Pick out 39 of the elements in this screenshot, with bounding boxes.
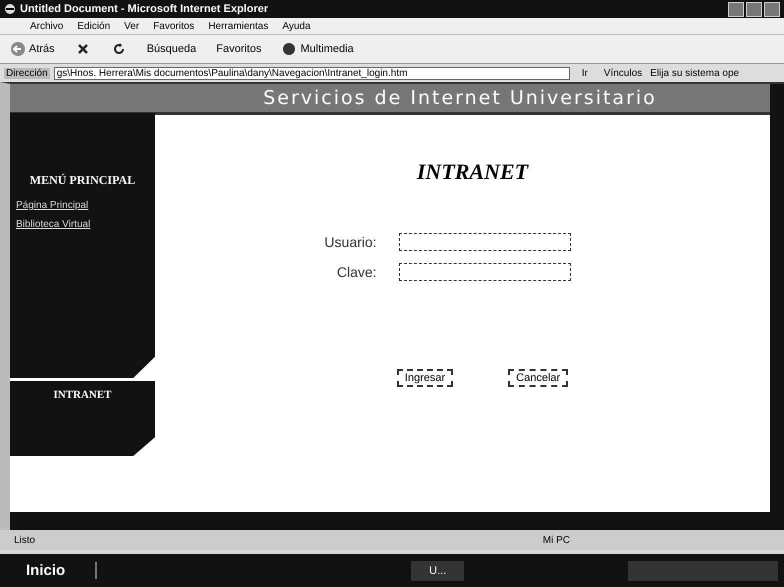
vertical-scrollbar[interactable] [770, 84, 784, 512]
page-title: INTRANET [416, 159, 528, 185]
form-button[interactable]: Ingresar [396, 369, 454, 387]
media-button[interactable]: Multimedia [281, 41, 354, 57]
browser-icon [4, 3, 16, 15]
banner: Servicios de Internet Universitario [10, 84, 770, 115]
close-button[interactable] [764, 2, 780, 16]
menu-item[interactable]: Edición [77, 20, 110, 32]
horizontal-scrollbar[interactable] [0, 512, 784, 530]
input-field[interactable] [398, 233, 571, 251]
address-label: Dirección [4, 68, 50, 78]
menu-item[interactable]: Ver [124, 20, 140, 32]
media-icon [281, 41, 298, 57]
menu-item[interactable]: Ayuda [282, 20, 311, 32]
taskbar-item[interactable]: U... [411, 560, 464, 580]
links-label: Vínculos [602, 68, 644, 78]
menu-heading: MENÚ PRINCIPAL [28, 173, 136, 188]
zone-text: Mi PC [542, 534, 570, 546]
maximize-button[interactable] [746, 2, 762, 16]
go-button[interactable]: Ir [574, 68, 596, 78]
input-field[interactable] [398, 263, 571, 281]
menu-item[interactable]: Archivo [30, 20, 64, 32]
field-label: Usuario: [324, 234, 377, 250]
favorites-button[interactable]: Favoritos [216, 43, 262, 55]
search-button[interactable]: Búsqueda [146, 43, 196, 55]
sidebar-link[interactable]: Página Principal [10, 196, 155, 215]
link-item[interactable]: Elija su sistema ope [650, 68, 740, 78]
menu-item[interactable]: Favoritos [153, 20, 194, 32]
status-text: Listo [14, 534, 36, 546]
start-button[interactable]: Inicio [6, 562, 98, 579]
window-title: Untitled Document - Microsoft Internet Explorer [20, 3, 268, 15]
menu-item[interactable]: Herramientas [208, 20, 268, 32]
back-button[interactable]: Atrás [10, 41, 55, 57]
field-label: Clave: [336, 264, 377, 280]
form-button[interactable]: Cancelar [508, 369, 568, 387]
sidebar-link[interactable]: Biblioteca Virtual [10, 215, 155, 234]
address-field[interactable]: gs\Hnos. Herrera\Mis documentos\Paulina\dany\Navegacion\Intranet_login.htm [54, 66, 570, 80]
minimize-button[interactable] [728, 2, 744, 16]
section-heading: INTRANET [52, 388, 113, 401]
